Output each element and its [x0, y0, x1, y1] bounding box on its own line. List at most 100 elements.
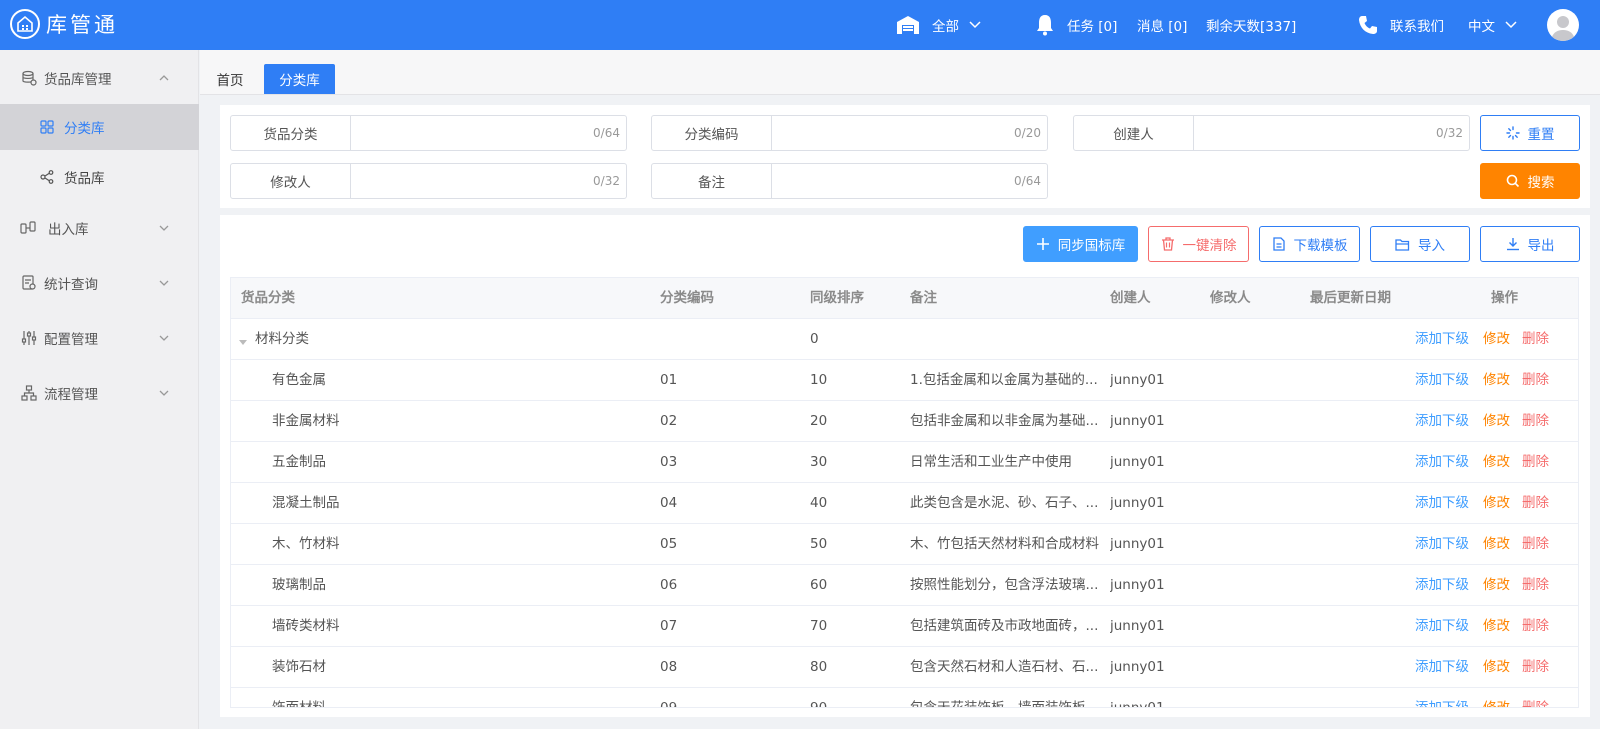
cell-category: 木、竹材料 — [272, 536, 340, 552]
sidebar: 货品库管理 分类库 货品库 出入库 统计查询 配置管理 流程管理 — [0, 50, 199, 729]
caret-down-icon[interactable] — [239, 335, 249, 345]
edit-link[interactable]: 修改 — [1483, 483, 1510, 523]
sidebar-item-goods-store[interactable]: 货品库 — [0, 154, 199, 200]
user-avatar[interactable] — [1547, 9, 1579, 41]
add-child-link[interactable]: 添加下级 — [1415, 647, 1469, 687]
header-creator[interactable]: 创建人 — [1110, 278, 1151, 319]
chevron-up-icon — [158, 72, 170, 84]
edit-link[interactable]: 修改 — [1483, 606, 1510, 646]
cell-code: 09 — [660, 700, 678, 708]
add-child-link[interactable]: 添加下级 — [1415, 360, 1469, 400]
header-code[interactable]: 分类编码 — [660, 278, 714, 319]
user-icon — [1551, 16, 1575, 41]
header-updated[interactable]: 最后更新日期 — [1310, 278, 1391, 319]
reset-button[interactable]: 重置 — [1480, 115, 1580, 151]
remark-filter: 备注 0/64 — [651, 163, 1048, 199]
delete-link[interactable]: 删除 — [1522, 647, 1549, 687]
chevron-down-icon — [969, 21, 981, 29]
delete-link[interactable]: 删除 — [1522, 360, 1549, 400]
table-row[interactable]: 五金制品 03 30 日常生活和工业生产中使用 junny01 添加下级 修改 删除 — [231, 442, 1578, 483]
modifier-input[interactable] — [351, 164, 626, 198]
add-child-link[interactable]: 添加下级 — [1415, 401, 1469, 441]
contact-label: 联系我们 — [1390, 19, 1444, 35]
table-row[interactable]: 玻璃制品 06 60 按照性能划分，包含浮法玻璃... junny01 添加下级 修改 删除 — [231, 565, 1578, 606]
table-row[interactable]: 墙砖类材料 07 70 包括建筑面砖及市政地面砖，... junny01 添加下级 修改 删除 — [231, 606, 1578, 647]
clear-all-button[interactable]: 一键清除 — [1148, 226, 1249, 262]
delete-link[interactable]: 删除 — [1522, 442, 1549, 482]
tab-home[interactable]: 首页 — [210, 64, 250, 94]
char-count: 0/20 — [1014, 126, 1041, 140]
grid-icon — [40, 120, 54, 134]
char-count: 0/32 — [593, 174, 620, 188]
cell-remark: 包括建筑面砖及市政地面砖，... — [910, 618, 1099, 634]
remark-input[interactable] — [772, 164, 1047, 198]
add-child-link[interactable]: 添加下级 — [1415, 606, 1469, 646]
edit-link[interactable]: 修改 — [1483, 360, 1510, 400]
messages-link[interactable]: 消息 [0] — [1137, 0, 1187, 50]
add-child-link[interactable]: 添加下级 — [1415, 483, 1469, 523]
header-remark[interactable]: 备注 — [910, 278, 937, 319]
search-icon — [1506, 174, 1519, 188]
delete-link[interactable]: 删除 — [1522, 319, 1549, 359]
table-row[interactable]: 木、竹材料 05 50 木、竹包括天然材料和合成材料 junny01 添加下级 修改 删除 — [231, 524, 1578, 565]
delete-link[interactable]: 删除 — [1522, 524, 1549, 564]
cell-remark: 1.包括金属和以金属为基础的... — [910, 372, 1098, 388]
flow-icon — [20, 384, 38, 402]
edit-link[interactable]: 修改 — [1483, 401, 1510, 441]
warehouse-label: 全部 — [932, 19, 959, 35]
edit-link[interactable]: 修改 — [1483, 524, 1510, 564]
chevron-down-icon — [158, 222, 170, 234]
edit-link[interactable]: 修改 — [1483, 565, 1510, 605]
warehouse-selector[interactable]: 全部 — [896, 0, 981, 50]
header-category[interactable]: 货品分类 — [241, 278, 295, 319]
contact-link[interactable]: 联系我们 — [1358, 0, 1444, 50]
add-child-link[interactable]: 添加下级 — [1415, 319, 1469, 359]
table-row[interactable]: 装饰石材 08 80 包含天然石材和人造石材、石... junny01 添加下级 修改 删除 — [231, 647, 1578, 688]
add-child-link[interactable]: 添加下级 — [1415, 565, 1469, 605]
sidebar-item-inout[interactable]: 出入库 — [0, 202, 199, 254]
table-row[interactable]: 饰面材料 09 90 包含天花装饰板、墙面装饰板... junny01 添加下级 修改 删除 — [231, 688, 1578, 708]
cell-remark: 包含天花装饰板、墙面装饰板... — [910, 700, 1099, 708]
language-selector[interactable]: 中文 — [1468, 0, 1517, 50]
add-child-link[interactable]: 添加下级 — [1415, 442, 1469, 482]
import-button[interactable]: 导入 — [1370, 226, 1470, 262]
sidebar-item-workflow[interactable]: 流程管理 — [0, 367, 199, 419]
table-row[interactable]: 有色金属 01 10 1.包括金属和以金属为基础的... junny01 添加下级 修改 删除 — [231, 360, 1578, 401]
edit-link[interactable]: 修改 — [1483, 442, 1510, 482]
export-button[interactable]: 导出 — [1480, 226, 1580, 262]
sidebar-item-category-library[interactable]: 分类库 — [0, 104, 199, 150]
phone-icon — [1358, 15, 1378, 35]
edit-link[interactable]: 修改 — [1483, 647, 1510, 687]
table-row[interactable]: 混凝土制品 04 40 此类包含是水泥、砂、石子、... junny01 添加下级 修改 删除 — [231, 483, 1578, 524]
add-child-link[interactable]: 添加下级 — [1415, 524, 1469, 564]
header-modifier[interactable]: 修改人 — [1210, 278, 1251, 319]
cell-creator: junny01 — [1110, 413, 1165, 429]
edit-link[interactable]: 修改 — [1483, 688, 1510, 707]
add-child-link[interactable]: 添加下级 — [1415, 688, 1469, 707]
sidebar-item-config[interactable]: 配置管理 — [0, 312, 199, 364]
app-logo[interactable]: 库管通 — [10, 9, 118, 39]
sidebar-item-goods-library[interactable]: 货品库管理 — [0, 52, 199, 104]
edit-link[interactable]: 修改 — [1483, 319, 1510, 359]
tasks-link[interactable]: 任务 [0] — [1035, 0, 1117, 50]
category-input[interactable] — [351, 116, 626, 150]
table-row[interactable]: 非金属材料 02 20 包括非金属和以非金属为基础... junny01 添加下级 修改 删除 — [231, 401, 1578, 442]
delete-link[interactable]: 删除 — [1522, 401, 1549, 441]
sync-standard-button[interactable]: 同步国标库 — [1023, 226, 1138, 262]
delete-link[interactable]: 删除 — [1522, 565, 1549, 605]
sidebar-item-statistics[interactable]: 统计查询 — [0, 257, 199, 309]
tab-category-library[interactable]: 分类库 — [264, 64, 335, 94]
plus-icon — [1036, 238, 1049, 250]
download-template-button[interactable]: 下载模板 — [1259, 226, 1360, 262]
category-filter-label: 货品分类 — [231, 116, 351, 150]
creator-input[interactable] — [1194, 116, 1469, 150]
delete-link[interactable]: 删除 — [1522, 483, 1549, 523]
header-order[interactable]: 同级排序 — [810, 278, 864, 319]
table-row[interactable]: 材料分类 0 添加下级 修改 删除 — [231, 319, 1578, 360]
search-button[interactable]: 搜索 — [1480, 163, 1580, 199]
delete-link[interactable]: 删除 — [1522, 606, 1549, 646]
cell-code: 08 — [660, 659, 678, 675]
cell-creator: junny01 — [1110, 372, 1165, 388]
code-input[interactable] — [772, 116, 1047, 150]
delete-link[interactable]: 删除 — [1522, 688, 1549, 707]
